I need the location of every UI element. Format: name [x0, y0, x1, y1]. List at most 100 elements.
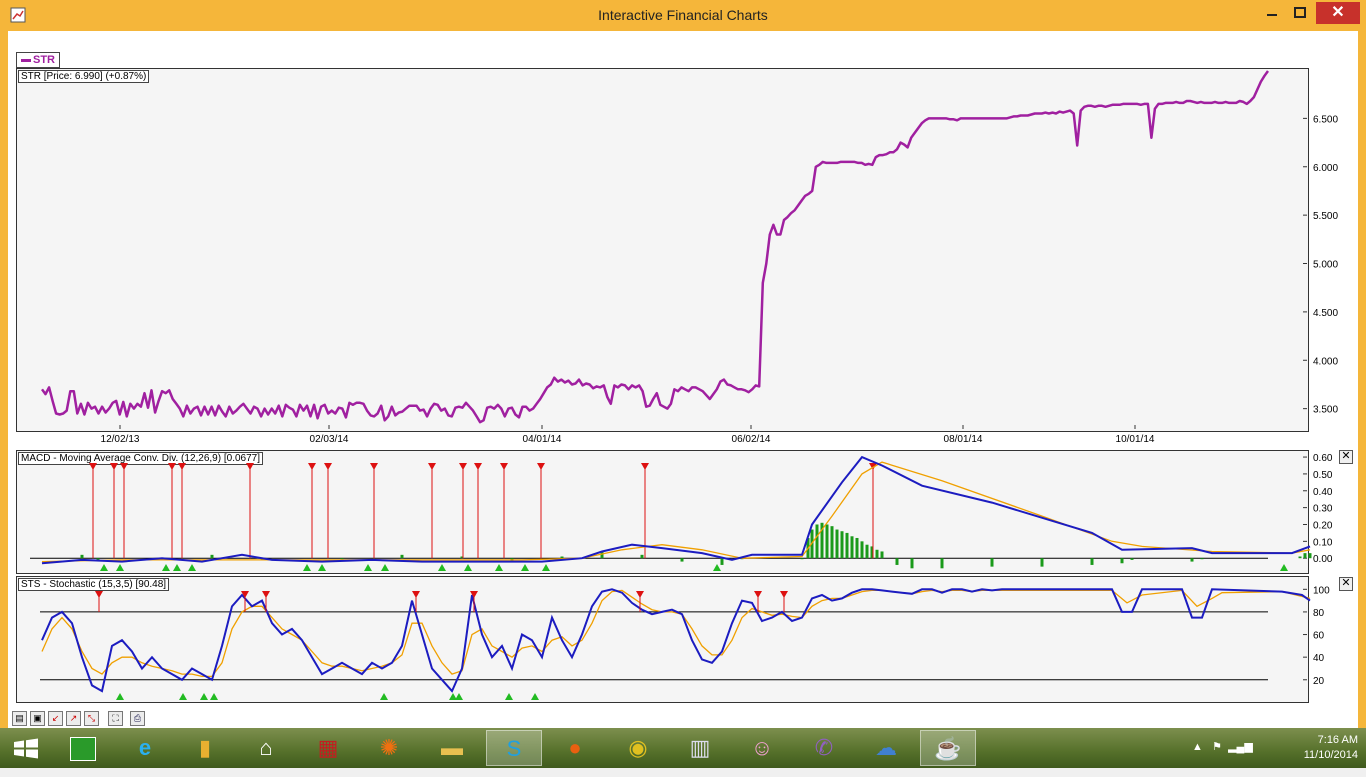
viber-icon[interactable]: ✆	[796, 730, 852, 766]
price-x-tick-label: 12/02/13	[101, 434, 140, 445]
macd-histogram-bar	[1090, 558, 1094, 565]
price-y-tick-label: 6.000	[1313, 163, 1338, 174]
macd-histogram-bar	[1200, 558, 1204, 560]
stochastic-buy-marker	[531, 693, 539, 700]
macd-sell-marker	[500, 463, 508, 470]
price-y-tick-label: 5.500	[1313, 211, 1338, 222]
macd-histogram-bar	[340, 558, 344, 560]
macd-buy-marker	[116, 564, 124, 571]
fit-icon[interactable]: ⛶	[108, 711, 123, 726]
grid-app-icon[interactable]: ▦	[300, 730, 356, 766]
tray-arrow-icon[interactable]: ▲	[1192, 741, 1203, 753]
macd-sell-marker	[428, 463, 436, 470]
zoom-in-icon[interactable]: ↙	[48, 711, 63, 726]
macd-histogram-bar	[1303, 553, 1307, 559]
macd-histogram-bar	[560, 556, 564, 559]
macd-sell-marker	[324, 463, 332, 470]
macd-y-tick-label: 0.10	[1313, 537, 1333, 548]
stochastic-buy-marker	[210, 693, 218, 700]
macd-sell-marker	[474, 463, 482, 470]
macd-buy-marker	[381, 564, 389, 571]
macd-histogram-bar	[855, 537, 859, 559]
macd-buy-marker	[464, 564, 472, 571]
price-y-tick-label: 6.500	[1313, 114, 1338, 125]
macd-line	[41, 455, 1311, 565]
stochastic-buy-marker	[116, 693, 124, 700]
macd-histogram-bar	[830, 526, 834, 559]
macd-histogram-bar	[1040, 558, 1044, 567]
macd-histogram-bar	[825, 524, 829, 559]
macd-sell-marker	[110, 463, 118, 470]
macd-buy-marker	[364, 564, 372, 571]
stochastic-y-tick-label: 100	[1313, 585, 1330, 596]
print-icon[interactable]: ⎙	[130, 711, 145, 726]
chrome-icon[interactable]: ◉	[610, 730, 666, 766]
macd-y-tick-label: 0.40	[1313, 487, 1333, 498]
macd-buy-marker	[318, 564, 326, 571]
macd-buy-marker	[100, 564, 108, 571]
system-tray: ▲ ⚑ ▂▄▆	[1192, 740, 1253, 753]
network-icon[interactable]: ▂▄▆	[1228, 741, 1253, 753]
store-icon[interactable]	[55, 730, 111, 766]
chart-svg: 3.500 4.000 4.500 5.000 5.500 6.000 6.500 12/02…	[30, 70, 1338, 700]
stochastic-k-line	[41, 588, 1311, 693]
stochastic-sell-marker	[95, 591, 103, 598]
macd-buy-marker	[173, 564, 181, 571]
java-icon[interactable]: ☕	[920, 730, 976, 766]
clock-time: 7:16 AM	[1317, 734, 1358, 746]
macd-sell-marker	[370, 463, 378, 470]
price-line	[40, 70, 1270, 424]
macd-sell-marker	[537, 463, 545, 470]
macd-histogram-bar	[1298, 556, 1302, 559]
tablet-app-icon[interactable]: ▮	[177, 730, 233, 766]
macd-histogram-bar	[990, 558, 994, 567]
macd-y-tick-label: 0.00	[1313, 554, 1333, 565]
macd-sell-marker	[246, 463, 254, 470]
macd-sell-marker	[168, 463, 176, 470]
price-x-tick-label: 02/03/14	[310, 434, 349, 445]
stochastic-sell-marker	[412, 591, 420, 598]
macd-histogram-bar	[880, 551, 884, 559]
stochastic-y-tick-label: 40	[1313, 653, 1325, 664]
stochastic-sell-marker	[754, 591, 762, 598]
macd-y-tick-label: 0.30	[1313, 504, 1333, 515]
macd-histogram-bar	[1308, 553, 1312, 559]
skype-icon[interactable]: S	[486, 730, 542, 766]
macd-histogram-bar	[800, 558, 804, 560]
home-icon[interactable]: ⌂	[238, 730, 294, 766]
file-explorer-icon[interactable]: ▬	[424, 730, 480, 766]
cloud-icon[interactable]: ☁	[858, 730, 914, 766]
internet-explorer-icon[interactable]: e	[117, 730, 173, 766]
macd-buy-marker	[713, 564, 721, 571]
stochastic-d-line	[41, 589, 1311, 678]
macd-sell-marker	[308, 463, 316, 470]
macd-histogram-bar	[1130, 558, 1134, 560]
price-x-tick-label: 08/01/14	[944, 434, 983, 445]
firefox-icon[interactable]: ●	[547, 730, 603, 766]
macd-histogram-bar	[840, 531, 844, 559]
books-icon[interactable]: ▥	[672, 730, 728, 766]
macd-signal-line	[41, 461, 1311, 563]
zoom-out-icon[interactable]: ↗	[66, 711, 81, 726]
price-x-tick-label: 10/01/14	[1116, 434, 1155, 445]
clock[interactable]: 7:16 AM 11/10/2014	[1304, 733, 1358, 763]
macd-histogram-bar	[910, 558, 914, 569]
face-app-icon[interactable]: ✺	[361, 730, 417, 766]
macd-sell-marker	[89, 463, 97, 470]
messenger-icon[interactable]: ☺	[734, 730, 790, 766]
stochastic-y-tick-label: 60	[1313, 631, 1325, 642]
macd-histogram-bar	[875, 549, 879, 559]
flag-icon[interactable]: ⚑	[1212, 741, 1222, 753]
macd-histogram-bar	[400, 554, 404, 559]
save-icon[interactable]: ▣	[30, 711, 45, 726]
macd-buy-marker	[495, 564, 503, 571]
macd-buy-marker	[188, 564, 196, 571]
zoom-reset-icon[interactable]: ⤡	[84, 711, 99, 726]
macd-histogram-bar	[1190, 558, 1194, 562]
open-icon[interactable]: ▤	[12, 711, 27, 726]
macd-histogram-bar	[640, 554, 644, 559]
macd-y-tick-label: 0.50	[1313, 470, 1333, 481]
start-icon[interactable]	[0, 730, 52, 766]
stochastic-y-tick-label: 20	[1313, 676, 1325, 687]
macd-buy-marker	[542, 564, 550, 571]
